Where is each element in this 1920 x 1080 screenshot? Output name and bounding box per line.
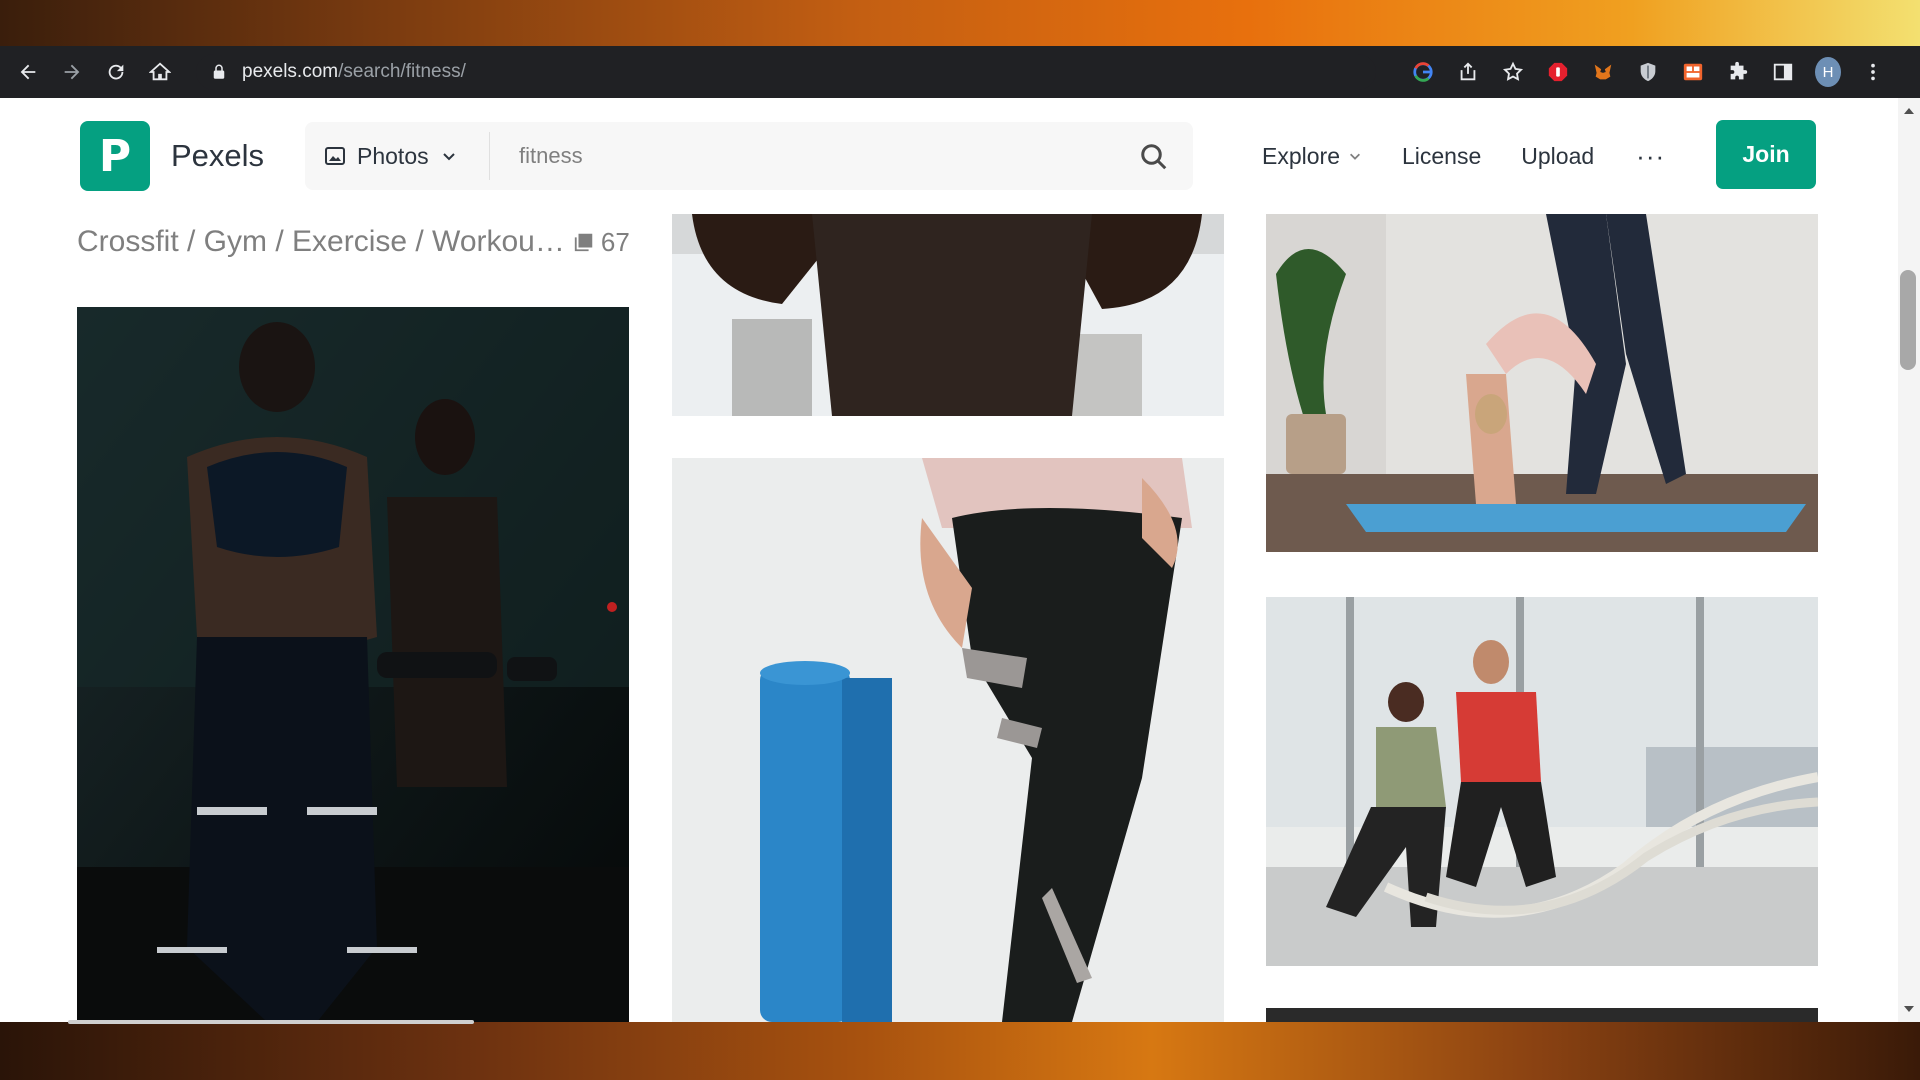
photo-image <box>1266 1008 1818 1022</box>
photo-image <box>672 214 1224 416</box>
logo-letter: P <box>98 130 132 182</box>
profile-button[interactable]: H <box>1815 57 1841 87</box>
brand-name[interactable]: Pexels <box>171 138 264 174</box>
horizontal-progress-line <box>68 1020 474 1024</box>
search-divider <box>489 132 490 180</box>
google-button[interactable] <box>1410 59 1436 85</box>
photo-partial-dark-photo[interactable] <box>1266 1008 1818 1022</box>
google-icon <box>1413 62 1433 82</box>
browser-menu-button[interactable] <box>1860 59 1886 85</box>
photo-image <box>77 307 629 1022</box>
extensions-button[interactable] <box>1725 59 1751 85</box>
forward-button[interactable] <box>56 56 88 88</box>
reload-button[interactable] <box>100 56 132 88</box>
photo-image <box>1266 597 1818 966</box>
home-icon <box>149 62 171 81</box>
nav-license[interactable]: License <box>1402 143 1481 170</box>
reload-icon <box>108 64 124 80</box>
photo-yoga-mat-leggings[interactable] <box>672 458 1224 1022</box>
collection-title: Crossfit / Gym / Exercise / Workou… <box>77 225 565 258</box>
search-icon[interactable] <box>1139 142 1169 172</box>
photo-woman-dumbbells-mirror[interactable] <box>77 307 629 1022</box>
photo-battle-ropes-trainer[interactable] <box>1266 597 1818 966</box>
extension-icons: H <box>1410 46 1905 98</box>
join-button[interactable]: Join <box>1716 120 1816 189</box>
adblock-icon <box>1548 62 1568 82</box>
main-nav: Explore License Upload ··· <box>1262 138 1665 174</box>
nav-explore-label: Explore <box>1262 142 1340 169</box>
metamask-extension[interactable] <box>1590 59 1616 85</box>
scrollbar-thumb[interactable] <box>1900 270 1916 370</box>
search-type-dropdown[interactable]: Photos <box>305 122 489 190</box>
grid-extension[interactable] <box>1680 59 1706 85</box>
video-frame-top <box>0 0 1920 46</box>
adblock-extension[interactable] <box>1545 59 1571 85</box>
browser-toolbar: pexels.com/search/fitness/ H <box>0 46 1920 98</box>
scroll-up-arrow[interactable] <box>1904 108 1914 114</box>
photo-woman-black-top-window[interactable] <box>672 214 1224 416</box>
photo-image <box>1266 214 1818 552</box>
home-button[interactable] <box>144 56 176 88</box>
image-icon <box>325 147 345 165</box>
share-icon <box>1460 62 1476 81</box>
video-frame-bottom <box>0 1022 1920 1080</box>
search-bar: Photos <box>305 122 1193 190</box>
address-bar[interactable]: pexels.com/search/fitness/ <box>196 54 1376 90</box>
search-input[interactable] <box>519 136 1119 176</box>
shield-icon <box>1640 62 1656 82</box>
menu-icon <box>1871 63 1875 81</box>
star-icon <box>1502 61 1524 81</box>
search-type-label: Photos <box>357 142 429 169</box>
photo-yoga-backbend-mat[interactable] <box>1266 214 1818 552</box>
share-button[interactable] <box>1455 59 1481 85</box>
collection-card-header[interactable]: Crossfit / Gym / Exercise / Workou… 67 <box>77 222 637 262</box>
chevron-down-icon <box>442 153 455 161</box>
extension-grid-icon <box>1683 63 1703 81</box>
scrollbar-track[interactable] <box>1898 98 1920 1022</box>
pexels-logo[interactable]: P <box>80 121 150 191</box>
puzzle-icon <box>1730 61 1748 80</box>
back-icon <box>20 64 36 80</box>
shield-extension[interactable] <box>1635 59 1661 85</box>
metamask-icon <box>1594 64 1612 80</box>
more-options-button[interactable]: ··· <box>1636 141 1665 172</box>
site-header: P Pexels Photos Explore License Upload ·… <box>0 98 1898 214</box>
bookmark-button[interactable] <box>1500 59 1526 85</box>
side-panel-button[interactable] <box>1770 59 1796 85</box>
scroll-down-arrow[interactable] <box>1904 1006 1914 1012</box>
sidepanel-icon <box>1773 63 1793 81</box>
nav-explore[interactable]: Explore <box>1262 143 1362 170</box>
collection-count: 67 <box>600 226 630 257</box>
chevron-down-icon <box>1349 153 1360 160</box>
page-viewport: P Pexels Photos Explore License Upload ·… <box>0 98 1920 1022</box>
forward-icon <box>64 64 80 80</box>
gallery-icon <box>574 233 593 252</box>
nav-upload[interactable]: Upload <box>1521 143 1594 170</box>
avatar: H <box>1815 57 1841 87</box>
back-button[interactable] <box>12 56 44 88</box>
url-text: pexels.com/search/fitness/ <box>242 61 466 82</box>
lock-icon <box>213 64 225 79</box>
photo-image <box>672 458 1224 1022</box>
